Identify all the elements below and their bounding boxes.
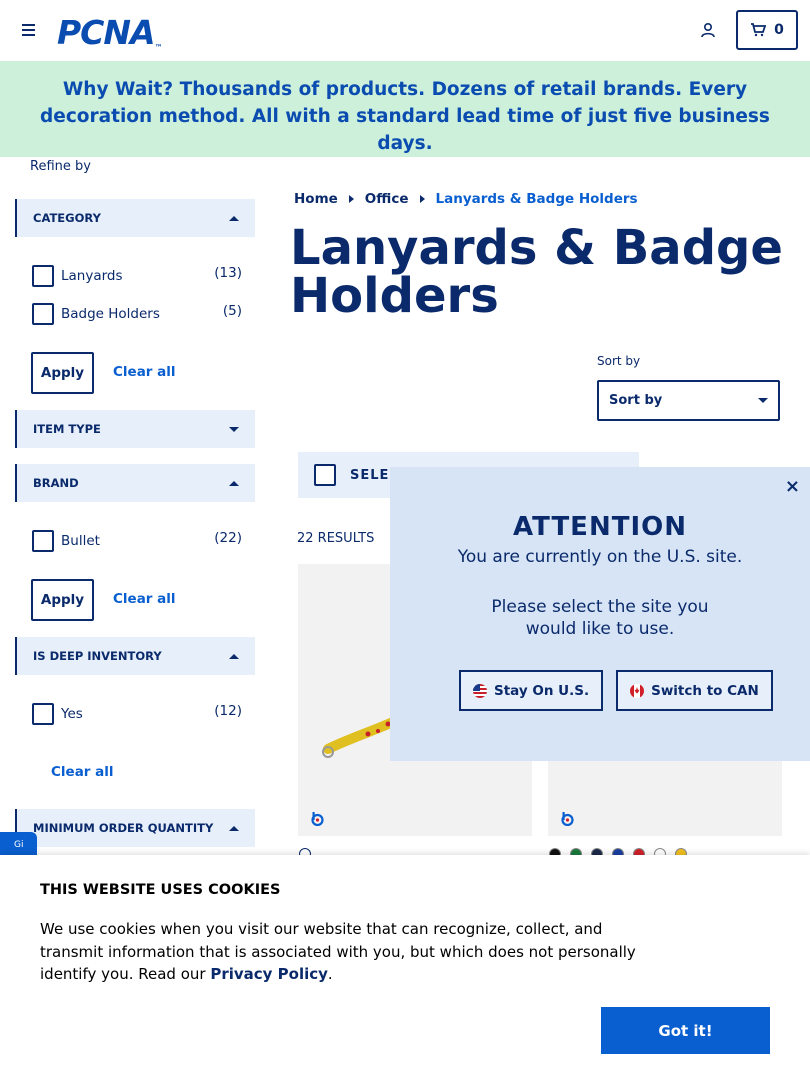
bullet-brand-icon [311, 812, 324, 826]
chevron-right-icon [419, 195, 425, 203]
checkbox[interactable] [32, 703, 54, 725]
facet-title: CATEGORY [33, 211, 101, 225]
option-label: Lanyards [61, 268, 123, 284]
breadcrumb-office[interactable]: Office [365, 191, 409, 207]
facet-moq-header[interactable]: MINIMUM ORDER QUANTITY [15, 809, 255, 847]
site-select-modal: × ATTENTION You are currently on the U.S… [390, 467, 810, 761]
cart-icon [751, 23, 767, 37]
cookie-text: We use cookies when you visit our websit… [40, 918, 640, 986]
site-header: PCNA™ 0 [0, 0, 810, 61]
checkbox[interactable] [32, 530, 54, 552]
cart-button[interactable]: 0 [736, 10, 798, 50]
side-tab-label: Gi [14, 840, 24, 850]
option-count: (22) [214, 530, 242, 546]
caret-up-icon [229, 480, 239, 486]
pcna-logo[interactable]: PCNA™ [57, 13, 163, 52]
cookie-period: . [327, 965, 333, 983]
user-icon[interactable] [700, 22, 716, 38]
results-count: 22 RESULTS [297, 531, 375, 546]
sort-value: Sort by [609, 393, 663, 408]
cookie-banner: THIS WEBSITE USES COOKIES We use cookies… [0, 855, 810, 1080]
checkbox[interactable] [32, 265, 54, 287]
clear-all-link[interactable]: Clear all [113, 591, 176, 607]
breadcrumb: Home Office Lanyards & Badge Holders [294, 191, 638, 207]
apply-button[interactable]: Apply [31, 579, 94, 621]
facet-item-type-header[interactable]: ITEM TYPE [15, 410, 255, 448]
stay-label: Stay On U.S. [494, 682, 590, 699]
clear-all-link[interactable]: Clear all [51, 764, 114, 780]
promo-banner: Why Wait? Thousands of products. Dozens … [0, 61, 810, 157]
filter-option-lanyards[interactable]: Lanyards (13) [32, 264, 242, 288]
option-count: (13) [214, 265, 242, 281]
option-label: Bullet [61, 533, 100, 549]
cookie-body: We use cookies when you visit our websit… [40, 920, 636, 983]
canada-flag-icon [630, 683, 645, 698]
refine-label: Refine by [30, 159, 91, 174]
filter-option-bullet[interactable]: Bullet (22) [32, 529, 242, 553]
option-count: (12) [214, 703, 242, 719]
caret-down-icon [758, 398, 768, 403]
filter-option-yes[interactable]: Yes (12) [32, 702, 242, 726]
switch-label: Switch to CAN [651, 682, 759, 699]
caret-up-icon [229, 825, 239, 831]
clear-all-link[interactable]: Clear all [113, 364, 176, 380]
breadcrumb-current: Lanyards & Badge Holders [435, 191, 638, 207]
stay-on-us-button[interactable]: Stay On U.S. [459, 670, 604, 711]
banner-text: Why Wait? Thousands of products. Dozens … [40, 79, 770, 154]
facet-title: BRAND [33, 476, 79, 490]
filter-option-badge-holders[interactable]: Badge Holders (5) [32, 302, 242, 326]
modal-line: Please select the site you [491, 597, 709, 617]
modal-line: You are currently on the U.S. site. [457, 547, 743, 567]
menu-icon[interactable] [22, 24, 35, 36]
bullet-brand-icon [561, 812, 574, 826]
sort-label: Sort by [597, 354, 641, 368]
page-title: Lanyards & Badge Holders [290, 220, 783, 324]
caret-down-icon [229, 426, 239, 432]
breadcrumb-home[interactable]: Home [294, 191, 338, 207]
logo-text: PCNA [57, 13, 156, 52]
facet-category-header[interactable]: CATEGORY [15, 199, 255, 237]
caret-up-icon [229, 653, 239, 659]
modal-title: ATTENTION [513, 512, 687, 542]
checkbox[interactable] [32, 303, 54, 325]
apply-button[interactable]: Apply [31, 352, 94, 394]
facet-deep-inventory-header[interactable]: IS DEEP INVENTORY [15, 637, 255, 675]
facet-title: ITEM TYPE [33, 422, 101, 436]
cookie-title: THIS WEBSITE USES COOKIES [40, 882, 281, 898]
select-all-checkbox[interactable] [314, 464, 336, 486]
us-flag-icon [473, 683, 487, 698]
chevron-right-icon [348, 195, 354, 203]
switch-to-can-button[interactable]: Switch to CAN [616, 670, 773, 711]
sort-select[interactable]: Sort by [597, 380, 780, 421]
logo-tm: ™ [154, 43, 163, 52]
option-label: Badge Holders [61, 306, 160, 322]
privacy-policy-link[interactable]: Privacy Policy [210, 965, 328, 983]
facet-brand-header[interactable]: BRAND [15, 464, 255, 502]
caret-up-icon [229, 215, 239, 221]
facet-title: MINIMUM ORDER QUANTITY [33, 821, 214, 835]
cart-count: 0 [774, 22, 784, 38]
option-count: (5) [222, 303, 242, 319]
modal-line: would like to use. [525, 619, 675, 639]
close-icon[interactable]: × [785, 476, 800, 497]
facet-title: IS DEEP INVENTORY [33, 649, 162, 663]
option-label: Yes [61, 706, 83, 722]
got-it-button[interactable]: Got it! [601, 1007, 770, 1054]
